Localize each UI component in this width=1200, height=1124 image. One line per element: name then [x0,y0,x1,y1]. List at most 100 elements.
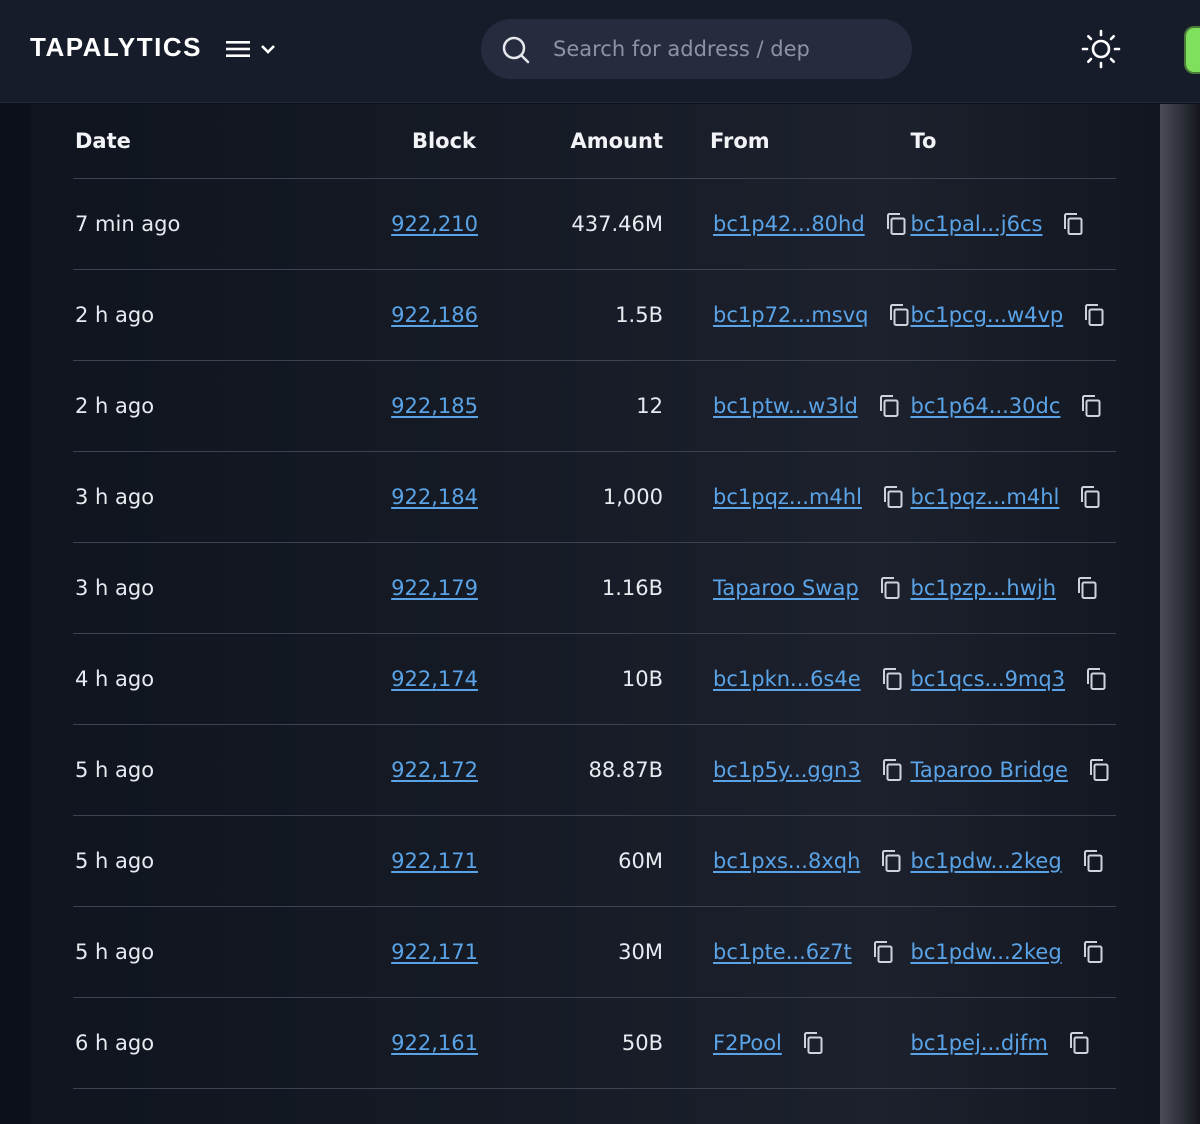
to-address-link[interactable]: bc1p64...30dc [910,394,1060,418]
block-link[interactable]: 922,184 [391,485,478,509]
to-address-link[interactable]: bc1pdw...2keg [910,849,1061,873]
table-row: 5 h ago 922,171 30M bc1pte...6z7t bc1pdw...2… [73,906,1116,998]
table-header-row: Date Block Amount From To [73,104,1116,179]
from-address-link[interactable]: Taparoo Swap [713,576,859,600]
cell-amount: 1.5B [478,269,663,361]
copy-icon[interactable] [1082,849,1104,873]
cell-amount: 1.16B [478,542,663,634]
page-scrollbar[interactable] [1160,104,1200,1124]
copy-icon[interactable] [880,849,902,873]
cell-to: bc1pzp...hwjh [910,542,1116,634]
block-link[interactable]: 922,186 [391,303,478,327]
copy-icon[interactable] [885,212,907,236]
copy-icon[interactable] [1076,576,1098,600]
to-address-link[interactable]: Taparoo Bridge [910,758,1067,782]
from-address-link[interactable]: bc1ptw...w3ld [713,394,858,418]
copy-icon[interactable] [872,940,894,964]
cell-amount: 12 [478,360,663,452]
table-row: 7 min ago 922,210 437.46M bc1p42...80hd bc1p… [73,178,1116,270]
to-address-link[interactable]: bc1qcs...9mq3 [910,667,1065,691]
cell-block: 922,179 [273,542,478,634]
cell-block: 922,184 [273,451,478,543]
block-link[interactable]: 922,185 [391,394,478,418]
copy-icon[interactable] [1068,1031,1090,1055]
cell-amount: 1,000 [478,451,663,543]
block-link[interactable]: 922,161 [391,1031,478,1055]
copy-icon[interactable] [1083,303,1105,327]
cell-date: 3 h ago [73,542,273,634]
copy-icon[interactable] [878,394,900,418]
connect-wallet-button[interactable] [1184,26,1200,74]
copy-icon[interactable] [1082,940,1104,964]
search-bar [481,19,912,79]
transfers-table: Date Block Amount From To 7 min ago 922,2… [73,104,1116,1089]
cell-block: 922,174 [273,633,478,725]
cell-from: bc1p72...msvq [663,269,911,361]
cell-to: bc1pdw...2keg [910,815,1116,907]
cell-amount: 50B [478,997,663,1089]
block-link[interactable]: 922,171 [391,940,478,964]
to-address-link[interactable]: bc1pcg...w4vp [910,303,1063,327]
to-address-link[interactable]: bc1pdw...2keg [910,940,1061,964]
theme-toggle-button[interactable] [1080,28,1122,70]
copy-icon[interactable] [882,485,904,509]
cell-amount: 10B [478,633,663,725]
block-link[interactable]: 922,174 [391,667,478,691]
cell-date: 5 h ago [73,906,273,998]
top-header: TAPALYTICS [0,0,1200,103]
cell-from: bc1p5y...ggn3 [663,724,911,816]
copy-icon[interactable] [888,303,910,327]
cell-from: bc1pqz...m4hl [663,451,911,543]
from-address-link[interactable]: F2Pool [713,1031,782,1055]
menu-toggle-button[interactable] [226,34,286,64]
block-link[interactable]: 922,210 [391,212,478,236]
cell-from: bc1pte...6z7t [663,906,911,998]
copy-icon[interactable] [881,758,903,782]
copy-icon[interactable] [1080,394,1102,418]
cell-to: bc1pdw...2keg [910,906,1116,998]
from-address-link[interactable]: bc1p5y...ggn3 [713,758,861,782]
table-row: 3 h ago 922,179 1.16B Taparoo Swap bc1pzp...… [73,542,1116,634]
cell-date: 5 h ago [73,815,273,907]
copy-icon[interactable] [879,576,901,600]
copy-icon[interactable] [881,667,903,691]
column-header-amount: Amount [478,104,663,179]
cell-to: bc1p64...30dc [910,360,1116,452]
block-link[interactable]: 922,179 [391,576,478,600]
from-address-link[interactable]: bc1p42...80hd [713,212,865,236]
cell-to: bc1pal...j6cs [910,178,1116,270]
cell-block: 922,161 [273,997,478,1089]
from-address-link[interactable]: bc1pxs...8xqh [713,849,860,873]
cell-amount: 437.46M [478,178,663,270]
cell-amount: 88.87B [478,724,663,816]
app-logo[interactable]: TAPALYTICS [30,32,202,63]
to-address-link[interactable]: bc1pal...j6cs [910,212,1042,236]
chevron-down-icon [261,45,275,54]
to-address-link[interactable]: bc1pzp...hwjh [910,576,1056,600]
cell-date: 2 h ago [73,360,273,452]
block-link[interactable]: 922,172 [391,758,478,782]
from-address-link[interactable]: bc1p72...msvq [713,303,868,327]
copy-icon[interactable] [1088,758,1110,782]
to-address-link[interactable]: bc1pej...djfm [910,1031,1047,1055]
cell-date: 7 min ago [73,178,273,270]
table-row: 2 h ago 922,186 1.5B bc1p72...msvq bc1pcg...… [73,269,1116,361]
copy-icon[interactable] [802,1031,824,1055]
table-row: 6 h ago 922,161 50B F2Pool bc1pej...djfm [73,997,1116,1089]
cell-from: Taparoo Swap [663,542,911,634]
cell-block: 922,186 [273,269,478,361]
from-address-link[interactable]: bc1pte...6z7t [713,940,852,964]
search-input[interactable] [553,29,809,69]
cell-block: 922,210 [273,178,478,270]
to-address-link[interactable]: bc1pqz...m4hl [910,485,1059,509]
from-address-link[interactable]: bc1pqz...m4hl [713,485,862,509]
table-row: 2 h ago 922,185 12 bc1ptw...w3ld bc1p64...30… [73,360,1116,452]
from-address-link[interactable]: bc1pkn...6s4e [713,667,861,691]
copy-icon[interactable] [1079,485,1101,509]
cell-from: bc1ptw...w3ld [663,360,911,452]
copy-icon[interactable] [1062,212,1084,236]
cell-to: bc1qcs...9mq3 [910,633,1116,725]
column-header-block: Block [273,104,478,179]
copy-icon[interactable] [1085,667,1107,691]
block-link[interactable]: 922,171 [391,849,478,873]
